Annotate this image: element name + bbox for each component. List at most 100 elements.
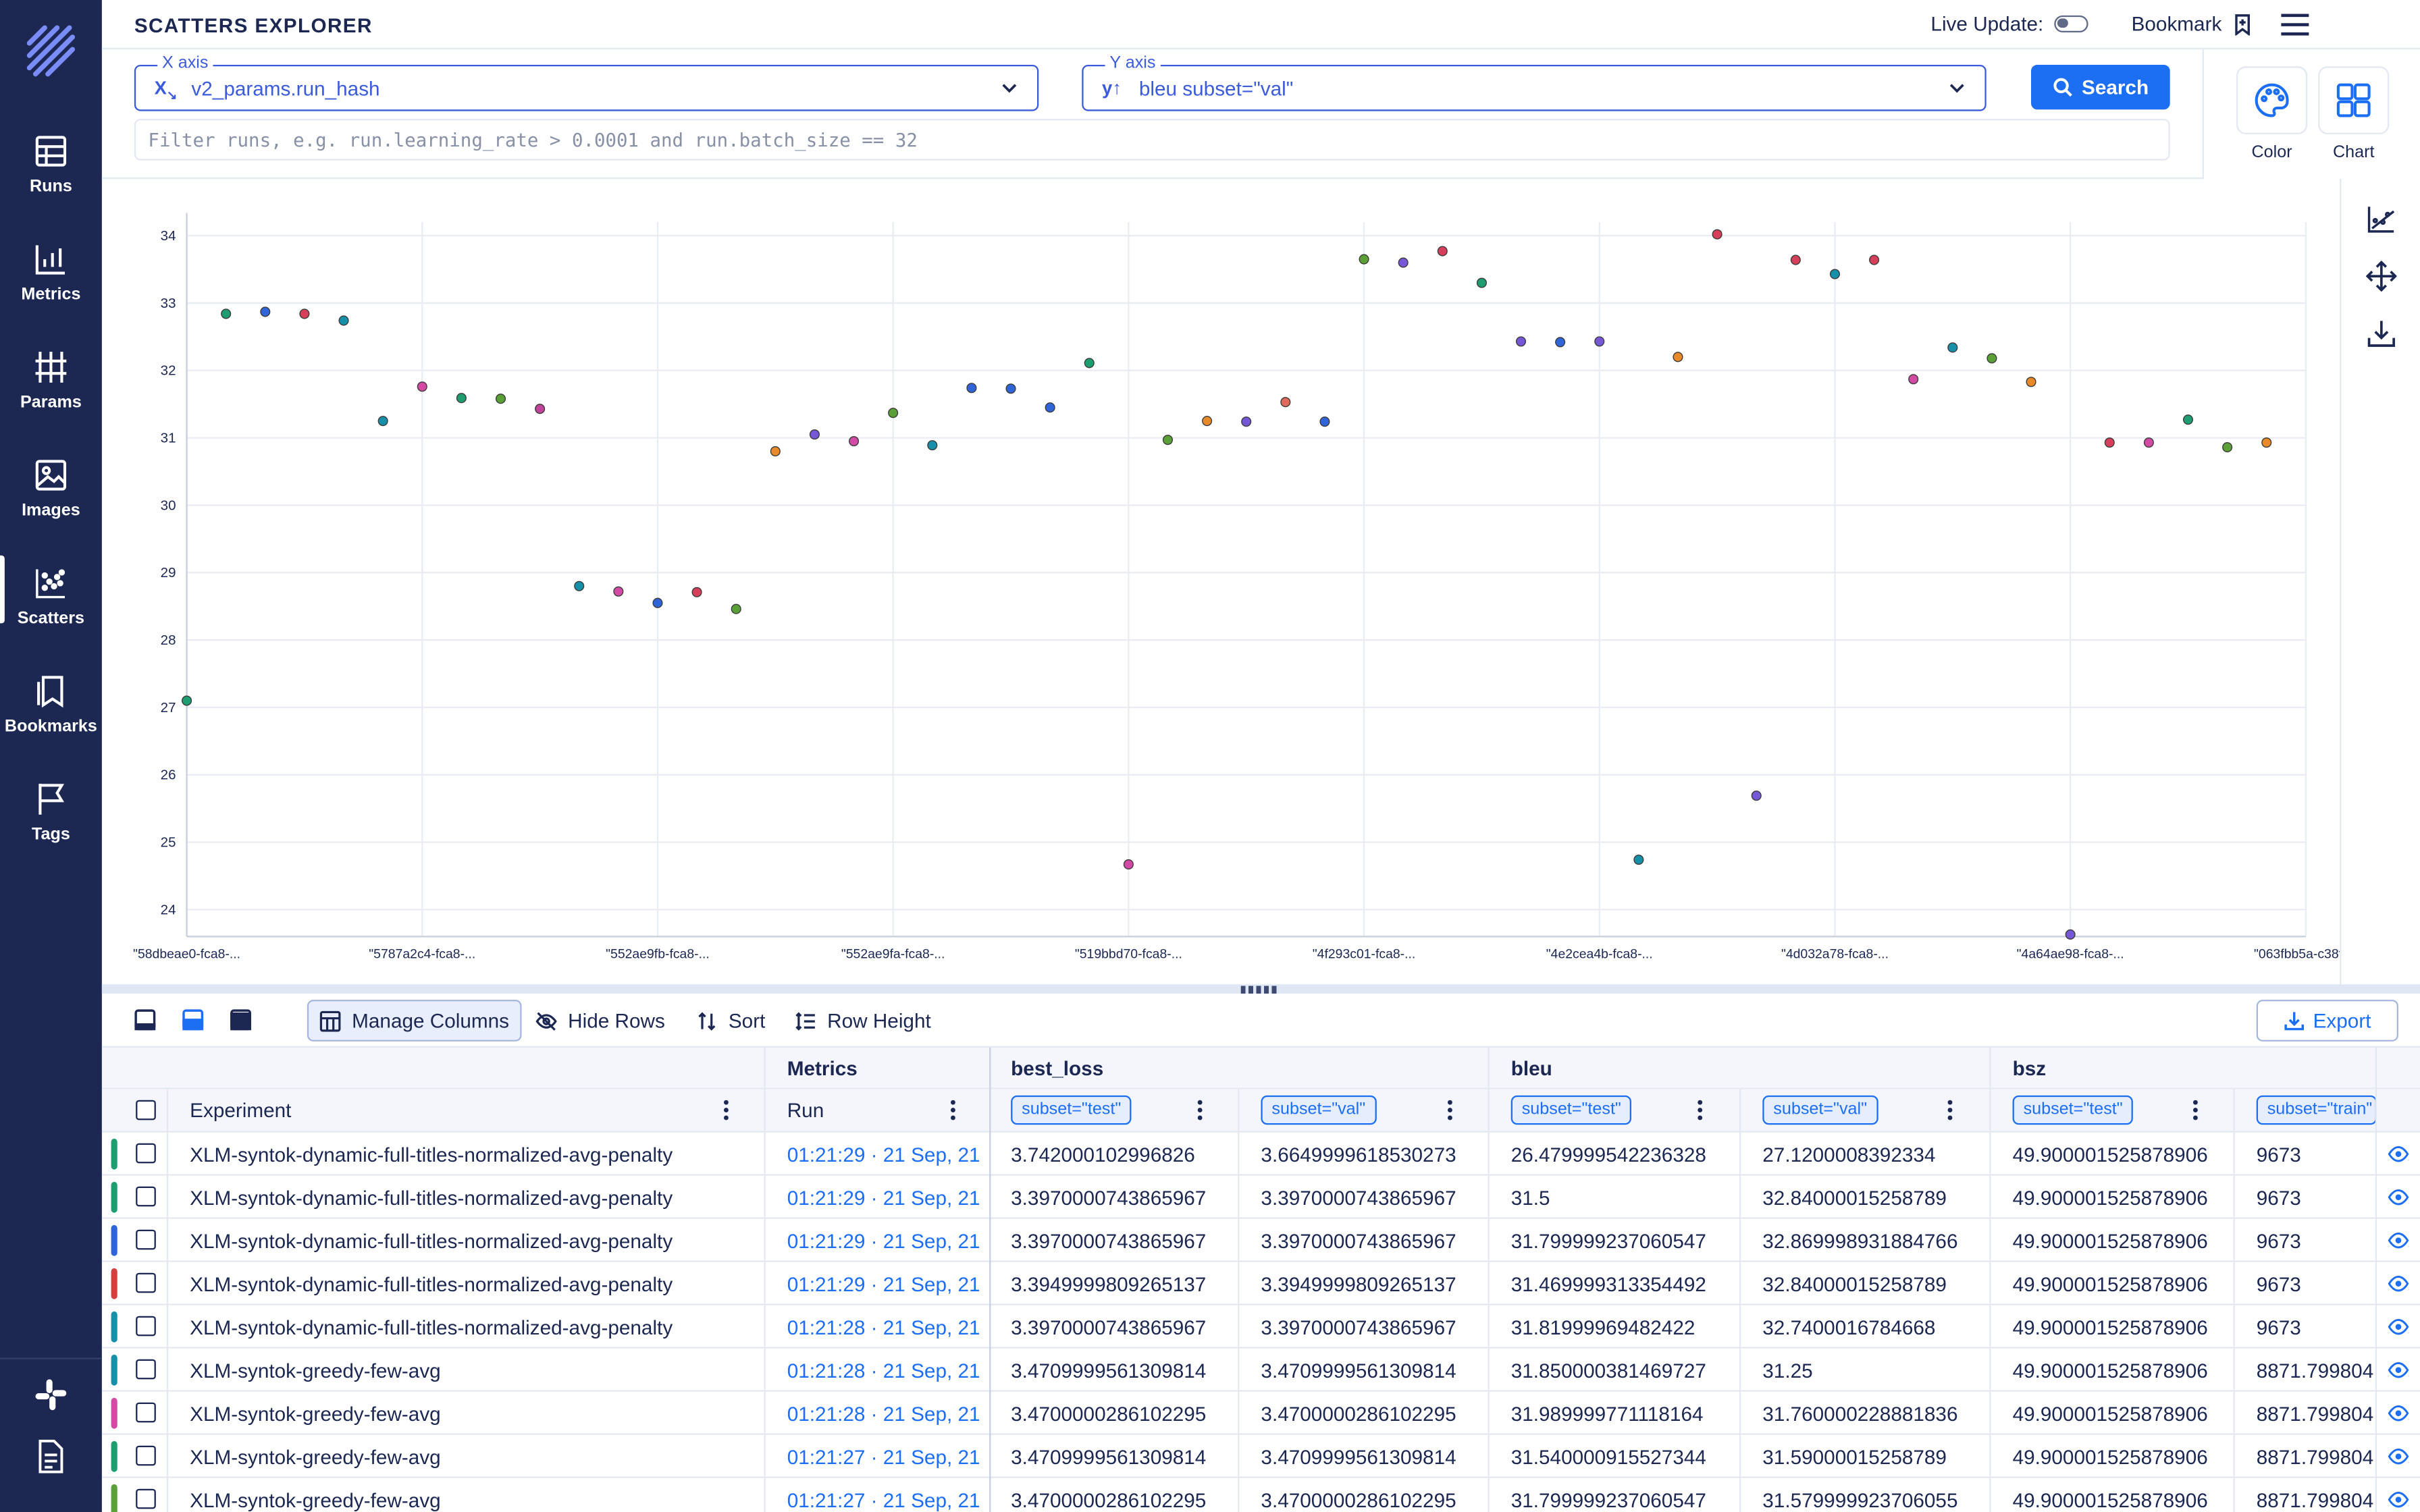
scatter-point[interactable] [1987,353,1997,364]
row-checkbox[interactable] [136,1445,156,1466]
select-all-checkbox[interactable] [136,1100,156,1120]
scatter-point[interactable] [1241,416,1252,427]
table-row[interactable]: XLM-syntok-dynamic-full-titles-normalize… [101,1133,2420,1176]
row-checkbox[interactable] [136,1488,156,1509]
row-checkbox[interactable] [136,1272,156,1293]
scatter-point[interactable] [1398,257,1409,268]
live-update-toggle[interactable]: Live Update: [1930,12,2088,36]
scatter-point[interactable] [1790,254,1801,265]
scatter-point[interactable] [1869,254,1880,265]
x-axis-select[interactable]: X axis X↘ v2_params.run_hash [134,54,1039,111]
export-button[interactable]: Export [2256,1000,2399,1042]
column-menu-icon[interactable] [724,1100,730,1122]
eye-icon[interactable] [2388,1145,2409,1163]
scatter-point[interactable] [1712,229,1722,240]
chip-best-loss-test[interactable]: subset="test" [1011,1095,1132,1125]
scatter-point[interactable] [1280,397,1291,408]
eye-icon[interactable] [2388,1404,2409,1422]
table-height-medium-icon[interactable] [182,1009,204,1031]
scatter-point[interactable] [691,587,702,597]
scatter-point[interactable] [888,408,899,418]
chip-bleu-val[interactable]: subset="val" [1762,1095,1878,1125]
scatter-point[interactable] [495,394,506,404]
scatter-point[interactable] [1319,416,1330,427]
chart-button[interactable] [2318,66,2390,134]
scatter-point[interactable] [1515,336,1527,347]
scatter-point[interactable] [2104,437,2115,448]
scatter-point[interactable] [2182,414,2194,425]
table-row[interactable]: XLM-syntok-dynamic-full-titles-normalize… [101,1262,2420,1305]
hamburger-menu-icon[interactable] [2281,12,2309,37]
column-menu-icon[interactable] [1197,1100,1204,1122]
filter-runs-input[interactable]: Filter runs, e.g. run.learning_rate > 0.… [134,119,2170,161]
eye-icon[interactable] [2388,1447,2409,1465]
scatter-point[interactable] [1476,277,1487,288]
scatter-point[interactable] [613,586,624,597]
scatter-point[interactable] [1162,435,1174,446]
scatter-point[interactable] [1359,254,1369,265]
move-icon[interactable] [2366,261,2397,292]
scatter-point[interactable] [1123,859,1134,870]
sidebar-item-params[interactable]: Params [0,349,102,441]
scatter-point[interactable] [1555,337,1566,348]
scatter-point[interactable] [1594,336,1605,347]
scatter-point[interactable] [652,597,663,608]
scatter-chart[interactable]: 24 25 26 27 28 29 30 31 32 33 34 "58dbeae0-fca8-...… [102,179,2358,984]
column-menu-icon[interactable] [1947,1100,1954,1122]
cell-run[interactable]: 01:21:27 · 21 Sep, 21 [787,1478,980,1512]
scatter-point[interactable] [1633,855,1644,865]
cell-run[interactable]: 01:21:29 · 21 Sep, 21 [787,1133,980,1176]
table-row[interactable]: XLM-syntok-greedy-few-avg 01:21:28 · 21 S… [101,1349,2420,1392]
scatter-point[interactable] [377,416,388,427]
row-checkbox[interactable] [136,1143,156,1164]
docs-link[interactable] [0,1439,102,1474]
scatter-point[interactable] [417,381,427,392]
scatter-point[interactable] [1045,402,1055,413]
row-height-button[interactable]: Row Height [784,1000,942,1042]
table-row[interactable]: XLM-syntok-dynamic-full-titles-normalize… [101,1305,2420,1349]
scatter-point[interactable] [182,695,192,706]
scatter-point[interactable] [456,393,467,404]
cell-run[interactable]: 01:21:28 · 21 Sep, 21 [787,1392,980,1435]
scatter-point[interactable] [2026,377,2036,387]
table-row[interactable]: XLM-syntok-greedy-few-avg 01:21:27 · 21 S… [102,1478,2420,1512]
scatter-point[interactable] [1829,269,1841,279]
manage-columns-button[interactable]: Manage Columns [307,1000,522,1042]
y-axis-select[interactable]: Y axis y↑ bleu subset="val" [1082,54,1987,111]
scatter-point[interactable] [1202,416,1213,427]
scatter-point[interactable] [1908,374,1919,385]
scatter-point[interactable] [338,315,349,326]
color-button[interactable] [2236,66,2308,134]
column-menu-icon[interactable] [1448,1100,1454,1122]
chip-bsz-train[interactable]: subset="train" [2256,1095,2377,1125]
table-row[interactable]: XLM-syntok-dynamic-full-titles-normalize… [101,1176,2420,1219]
table-row[interactable]: XLM-syntok-greedy-few-avg 01:21:28 · 21 S… [101,1392,2420,1435]
table-height-small-icon[interactable] [134,1009,156,1031]
scatter-point[interactable] [1751,790,1762,801]
scatter-point[interactable] [1005,383,1016,394]
cell-run[interactable]: 01:21:29 · 21 Sep, 21 [787,1219,980,1262]
hide-rows-button[interactable]: Hide Rows [525,1000,676,1042]
cell-run[interactable]: 01:21:28 · 21 Sep, 21 [787,1349,980,1392]
row-checkbox[interactable] [136,1186,156,1207]
eye-icon[interactable] [2388,1188,2409,1206]
scatter-point[interactable] [2065,929,2076,940]
chip-bleu-test[interactable]: subset="test" [1510,1095,1632,1125]
scatter-point[interactable] [927,440,938,451]
toggle-switch-icon[interactable] [2054,15,2088,33]
sidebar-item-bookmarks[interactable]: Bookmarks [0,673,102,765]
column-menu-icon[interactable] [951,1100,957,1122]
scatter-point[interactable] [770,446,781,457]
cell-run[interactable]: 01:21:29 · 21 Sep, 21 [787,1262,980,1305]
row-checkbox[interactable] [136,1402,156,1423]
cell-run[interactable]: 01:21:28 · 21 Sep, 21 [787,1305,980,1349]
scatter-point[interactable] [731,603,741,614]
sort-button[interactable]: Sort [685,1000,777,1042]
aim-logo-icon[interactable] [22,23,80,82]
trendline-icon[interactable] [2366,204,2397,235]
scatter-point[interactable] [574,580,585,591]
eye-icon[interactable] [2388,1490,2409,1509]
scatter-point[interactable] [535,404,546,414]
scatter-point[interactable] [1084,358,1095,369]
scatter-point[interactable] [260,306,271,317]
